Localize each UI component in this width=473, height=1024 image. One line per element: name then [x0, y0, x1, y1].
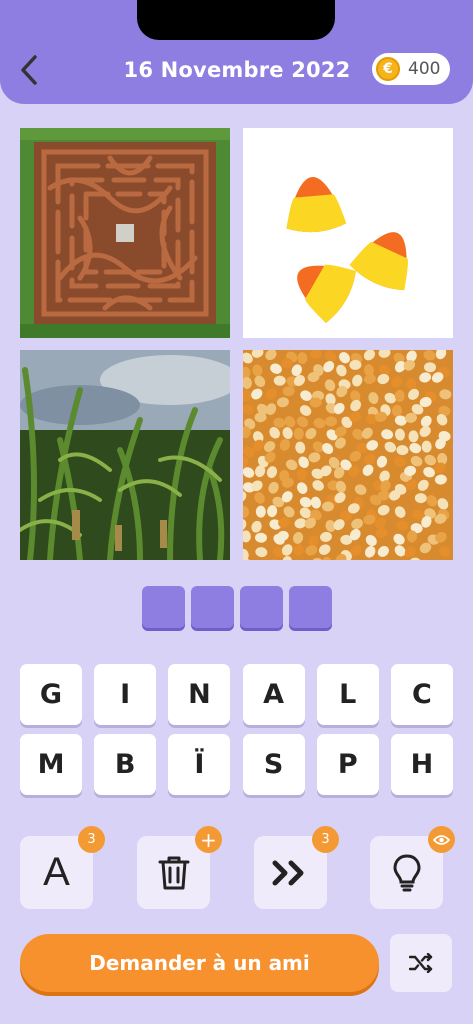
reveal-letter-button[interactable]: A 3 — [20, 826, 105, 909]
eye-icon — [433, 834, 450, 845]
answer-slot[interactable] — [142, 586, 185, 628]
answer-slot[interactable] — [289, 586, 332, 628]
count-badge: 3 — [312, 826, 339, 853]
answer-slots — [142, 586, 332, 628]
letter-key[interactable]: S — [242, 734, 305, 795]
letter-key[interactable]: M — [20, 734, 82, 795]
letter-key[interactable]: N — [168, 664, 231, 725]
letter-key[interactable]: P — [316, 734, 379, 795]
top-bar: 16 Novembre 2022 € 400 — [0, 0, 473, 104]
letter-key[interactable]: C — [390, 664, 453, 725]
letter-key[interactable]: L — [316, 664, 379, 725]
double-chevron-icon — [272, 860, 303, 885]
cornfield-photo — [20, 350, 230, 560]
letter-keyboard: G I N A L C M B Ï S P H — [20, 664, 453, 804]
letter-a-icon: A — [43, 850, 70, 894]
skip-level-button[interactable]: 3 — [254, 826, 339, 909]
letter-key[interactable]: I — [94, 664, 157, 725]
answer-slot[interactable] — [191, 586, 234, 628]
coin-count: 400 — [408, 59, 441, 79]
letter-key[interactable]: Ï — [168, 734, 231, 795]
count-badge: 3 — [78, 826, 105, 853]
chevron-left-icon — [21, 55, 37, 85]
page-title: 16 Novembre 2022 — [123, 58, 351, 82]
letter-key[interactable]: B — [94, 734, 157, 795]
answer-slot[interactable] — [240, 586, 283, 628]
device-notch — [137, 0, 335, 40]
ask-friend-button[interactable]: Demander à un ami — [20, 934, 379, 992]
coin-icon: € — [376, 57, 400, 81]
trash-icon — [158, 856, 189, 889]
plus-badge: + — [195, 826, 222, 853]
letter-key[interactable]: A — [242, 664, 305, 725]
eye-badge — [428, 826, 455, 853]
hint-button[interactable] — [370, 826, 455, 909]
back-button[interactable] — [14, 52, 44, 88]
lightbulb-icon — [392, 853, 421, 891]
letter-key[interactable]: H — [390, 734, 453, 795]
maze-photo — [20, 128, 230, 338]
remove-letters-button[interactable]: + — [137, 826, 222, 909]
key-row-2: M B Ï S P H — [20, 734, 453, 795]
coin-balance[interactable]: € 400 — [372, 53, 450, 85]
shuffle-icon — [409, 953, 433, 973]
letter-key[interactable]: G — [20, 664, 82, 725]
candy-corn-photo — [243, 128, 453, 338]
corn-kernels-photo — [243, 350, 453, 560]
shuffle-button[interactable] — [390, 934, 452, 992]
helper-bar: A 3 + 3 — [20, 826, 455, 910]
key-row-1: G I N A L C — [20, 664, 453, 725]
